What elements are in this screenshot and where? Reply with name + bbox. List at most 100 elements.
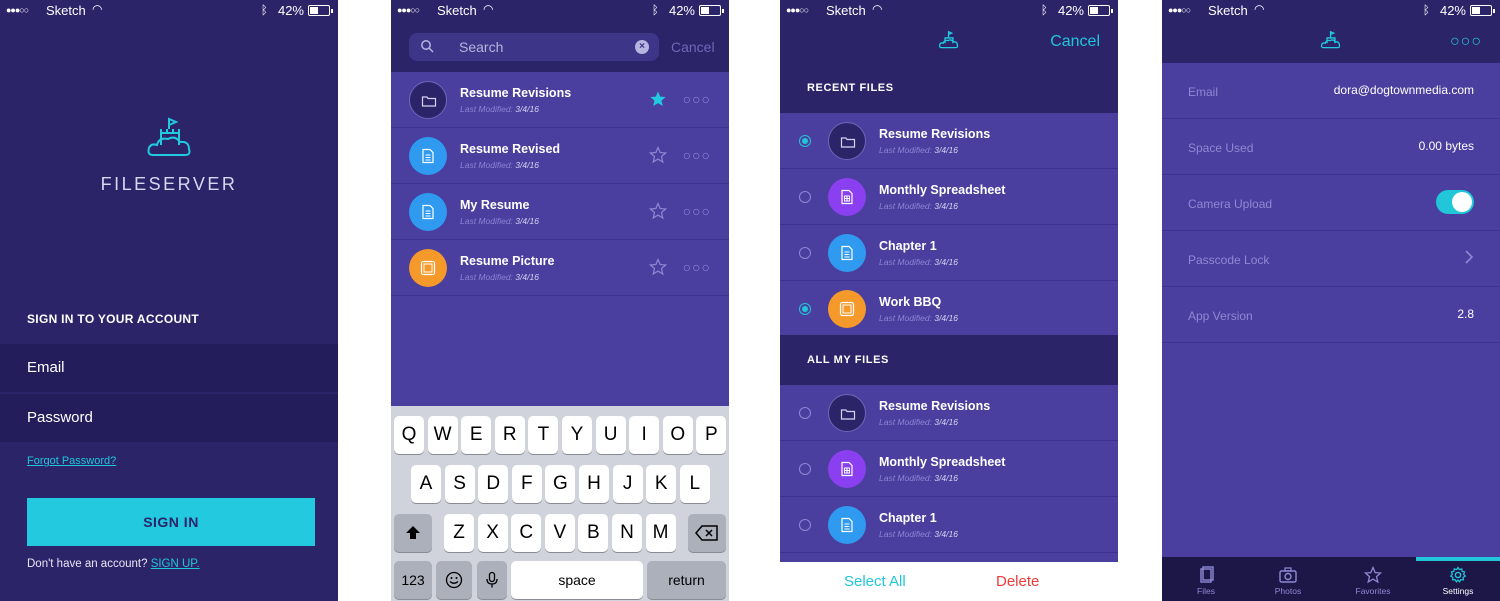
camera-upload-toggle[interactable] [1436,190,1474,214]
key-b[interactable]: B [578,514,609,552]
emoji-icon[interactable] [436,561,472,599]
last-modified-date: 3/4/16 [515,160,539,170]
more-options-icon[interactable]: ○○○ [1450,33,1482,51]
shift-icon[interactable] [394,514,432,552]
select-files-screen: ●●●○○ Sketch ◠ ᛒ 42% Cancel RECENT FILES… [780,0,1118,601]
tab-files[interactable]: Files [1164,566,1248,596]
tab-settings[interactable]: Settings [1416,566,1500,596]
file-row[interactable]: Chapter 1 Last Modified: 3/4/16 [780,497,1118,553]
last-modified-label: Last Modified: [879,529,932,539]
key-e[interactable]: E [461,416,492,454]
tab-photos[interactable]: Photos [1246,566,1330,596]
return-key[interactable]: return [647,561,726,599]
file-row[interactable]: Chapter 1 Last Modified: 3/4/16 [780,225,1118,281]
backspace-icon[interactable] [688,514,726,552]
key-o[interactable]: O [662,416,693,454]
select-radio[interactable] [799,135,811,147]
key-f[interactable]: F [511,465,542,503]
select-radio[interactable] [799,463,811,475]
status-bar: ●●●○○ Sketch ◠ ᛒ 42% [1162,0,1500,22]
more-options-icon[interactable]: ○○○ [683,91,711,107]
file-row[interactable]: Monthly Spreadsheet Last Modified: 3/4/16 [780,169,1118,225]
key-m[interactable]: M [645,514,676,552]
file-row[interactable]: Resume Revised Last Modified: 3/4/16 ○○○ [391,128,729,184]
numbers-key[interactable]: 123 [394,561,432,599]
settings-row-camera-upload: Camera Upload [1162,175,1500,231]
key-q[interactable]: Q [394,416,424,454]
microphone-icon[interactable] [477,561,507,599]
last-modified-date: 3/4/16 [515,216,539,226]
star-icon[interactable] [648,257,668,276]
castle-cloud-logo-icon [1320,30,1341,49]
bluetooth-icon: ᛒ [260,3,268,17]
tab-bar: Files Photos Favorites Settings [1162,557,1500,601]
settings-row-email: Email dora@dogtownmedia.com [1162,63,1500,119]
select-radio[interactable] [799,407,811,419]
key-i[interactable]: I [629,416,660,454]
select-radio[interactable] [799,519,811,531]
key-v[interactable]: V [544,514,575,552]
file-row[interactable]: Work BBQ Last Modified: 3/4/16 [780,281,1118,337]
settings-screen: ●●●○○ Sketch ◠ ᛒ 42% ○○○ Email dora@dogt… [1162,0,1500,601]
password-field[interactable]: Password [0,394,338,442]
delete-button[interactable]: Delete [996,573,1039,590]
signal-icon: ●●●○○ [6,5,29,15]
key-g[interactable]: G [545,465,576,503]
select-radio[interactable] [799,303,811,315]
camera-upload-label: Camera Upload [1188,197,1273,211]
star-icon[interactable] [648,201,668,220]
search-input[interactable]: Search × [409,33,659,61]
more-options-icon[interactable]: ○○○ [683,203,711,219]
key-h[interactable]: H [579,465,609,503]
gear-icon [1449,566,1467,583]
file-meta: Last Modified: 3/4/16 [460,216,539,226]
file-meta: Last Modified: 3/4/16 [460,104,539,114]
more-options-icon[interactable]: ○○○ [683,147,711,163]
last-modified-date: 3/4/16 [934,529,958,539]
clear-search-icon[interactable]: × [635,40,649,54]
select-radio[interactable] [799,247,811,259]
file-row[interactable]: Monthly Spreadsheet Last Modified: 3/4/16 [780,441,1118,497]
signup-link[interactable]: SIGN UP. [151,558,200,570]
key-k[interactable]: K [646,465,677,503]
space-key[interactable]: space [511,561,643,599]
key-p[interactable]: P [696,416,727,454]
key-x[interactable]: X [477,514,508,552]
more-options-icon[interactable]: ○○○ [683,259,711,275]
signin-button[interactable]: SIGN IN [27,498,315,546]
search-placeholder: Search [459,39,504,55]
file-row[interactable]: Resume Revisions Last Modified: 3/4/16 [780,385,1118,441]
forgot-password-link[interactable]: Forgot Password? [27,455,116,467]
email-field[interactable]: Email [0,344,338,392]
key-c[interactable]: C [511,514,542,552]
key-l[interactable]: L [679,465,710,503]
file-row[interactable]: Resume Revisions Last Modified: 3/4/16 ○○○ [391,72,729,128]
key-t[interactable]: T [528,416,559,454]
select-radio[interactable] [799,191,811,203]
key-z[interactable]: Z [444,514,474,552]
key-a[interactable]: A [411,465,441,503]
settings-row-passcode-lock[interactable]: Passcode Lock [1162,231,1500,287]
select-cancel-button[interactable]: Cancel [1050,33,1100,51]
wifi-icon: ◠ [92,2,103,16]
key-d[interactable]: D [478,465,509,503]
key-s[interactable]: S [444,465,475,503]
key-y[interactable]: Y [562,416,592,454]
bluetooth-icon: ᛒ [1422,3,1430,17]
search-cancel-button[interactable]: Cancel [671,39,715,55]
tab-favorites[interactable]: Favorites [1331,566,1415,596]
file-row[interactable]: Resume Revisions Last Modified: 3/4/16 [780,113,1118,169]
file-row[interactable]: My Resume Last Modified: 3/4/16 ○○○ [391,184,729,240]
passcode-lock-label: Passcode Lock [1188,253,1270,267]
key-r[interactable]: R [494,416,525,454]
image-icon [828,290,866,328]
key-n[interactable]: N [612,514,642,552]
battery-percent: 42% [277,3,304,18]
star-icon[interactable] [648,145,668,164]
key-j[interactable]: J [612,465,643,503]
key-u[interactable]: U [595,416,626,454]
file-row[interactable]: Resume Picture Last Modified: 3/4/16 ○○○ [391,240,729,296]
select-all-button[interactable]: Select All [844,573,906,590]
key-w[interactable]: W [427,416,458,454]
star-filled-icon[interactable] [649,90,667,108]
